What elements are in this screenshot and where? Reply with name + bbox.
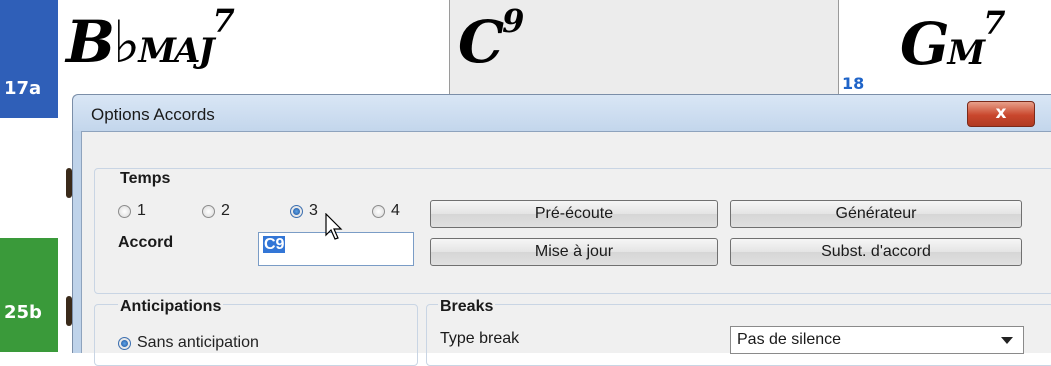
beat-radio-3[interactable]: 3 bbox=[290, 202, 318, 220]
chord-symbol: B♭MAJ7 bbox=[66, 2, 235, 76]
radio-icon bbox=[202, 204, 215, 218]
anticipations-label: Anticipations bbox=[118, 298, 224, 316]
temps-label: Temps bbox=[118, 170, 173, 188]
temps-group bbox=[94, 168, 1051, 294]
bar-marker-17a[interactable]: 17a bbox=[0, 0, 58, 118]
beat-radio-1[interactable]: 1 bbox=[118, 202, 146, 220]
chord-symbol: GM7 bbox=[900, 4, 1005, 78]
radio-selected-icon bbox=[290, 204, 303, 218]
radio-icon bbox=[118, 204, 131, 218]
dialog-body: Temps 1 2 3 4 Accord C9 Pré-écoute Génér… bbox=[81, 131, 1051, 366]
bar-marker-21[interactable]: 21 bbox=[0, 118, 58, 300]
dialog-title: Options Accords bbox=[91, 105, 215, 124]
break-type-select[interactable]: Pas de silence bbox=[730, 326, 1024, 354]
close-icon: x bbox=[995, 103, 1007, 123]
bar-marker-25b[interactable]: 25b bbox=[0, 238, 58, 352]
chevron-down-icon bbox=[1001, 337, 1013, 344]
no-anticipation-radio[interactable]: Sans anticipation bbox=[118, 334, 259, 352]
radio-icon bbox=[372, 204, 385, 218]
beat-radio-2[interactable]: 2 bbox=[202, 202, 230, 220]
substitute-chord-button[interactable]: Subst. d'accord bbox=[730, 238, 1022, 266]
chord-options-dialog: Options Accords x Temps 1 2 3 4 Accord C… bbox=[72, 94, 1051, 366]
bar-number: 25b bbox=[4, 302, 42, 323]
beat-radio-4[interactable]: 4 bbox=[372, 202, 400, 220]
update-button[interactable]: Mise à jour bbox=[430, 238, 718, 266]
accord-label: Accord bbox=[118, 234, 174, 251]
bar-number: 17a bbox=[4, 78, 42, 99]
close-button[interactable]: x bbox=[967, 101, 1035, 127]
mouse-cursor-icon bbox=[325, 213, 343, 240]
break-type-label: Type break bbox=[440, 330, 520, 347]
chord-symbol: C9 bbox=[458, 2, 524, 76]
preview-button[interactable]: Pré-écoute bbox=[430, 200, 718, 228]
generator-button[interactable]: Générateur bbox=[730, 200, 1022, 228]
dialog-titlebar[interactable]: Options Accords x bbox=[73, 95, 1051, 131]
bar-number: 18 bbox=[842, 74, 865, 93]
breaks-label: Breaks bbox=[438, 298, 496, 316]
radio-selected-icon bbox=[118, 336, 131, 350]
